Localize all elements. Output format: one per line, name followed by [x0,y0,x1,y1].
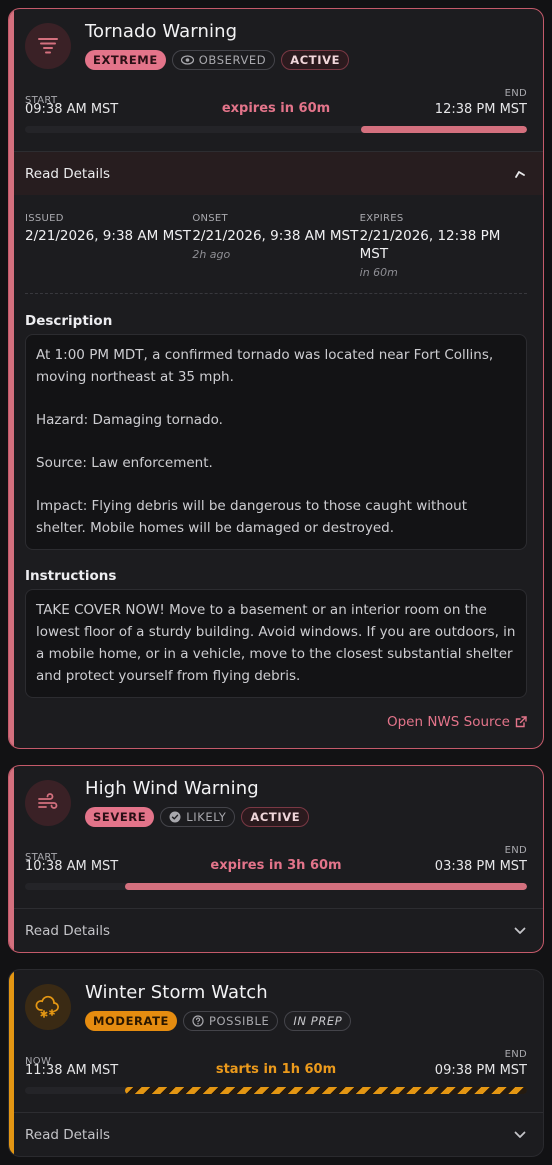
end-label: END [504,845,527,856]
severity-stripe [9,9,14,748]
status-badge: ACTIVE [241,807,310,827]
certainty-badge: LIKELY [160,807,236,827]
wind-icon [25,780,71,826]
alert-timeline: START END 09:38 AM MST expires in 60m 12… [25,88,527,134]
end-label: END [504,88,527,99]
instructions-text: TAKE COVER NOW! Move to a basement or an… [36,602,516,684]
chevron-up-icon[interactable] [513,167,527,181]
read-details-label: Read Details [25,165,111,182]
certainty-label: OBSERVED [198,53,267,67]
alert-card-tornado-warning: Tornado Warning EXTREME OBSERVED ACTIVE … [8,8,544,749]
end-time: 03:38 PM MST [434,859,527,874]
end-label: END [504,1049,527,1060]
read-details-label: Read Details [25,1126,111,1143]
alert-title: High Wind Warning [85,778,259,799]
alert-timeline: NOW END 11:38 AM MST starts in 1h 60m 09… [25,1049,527,1095]
certainty-label: POSSIBLE [208,1014,270,1028]
question-circle-icon [192,1015,204,1027]
description-box: At 1:00 PM MDT, a confirmed tornado was … [25,334,527,550]
chevron-down-icon[interactable] [513,924,527,938]
severity-badge: SEVERE [85,807,155,827]
issued-value: 2/21/2026, 9:38 AM MST [25,228,192,244]
status-badge: ACTIVE [281,50,350,70]
end-time: 12:38 PM MST [434,102,527,117]
alert-timeline: START END 10:38 AM MST expires in 3h 60m… [25,845,527,891]
progress-track [25,883,527,890]
expires-column: EXPIRES 2/21/2026, 12:38 PM MST in 60m [360,213,527,279]
onset-relative: 2h ago [192,248,231,261]
progress-fill [361,126,527,133]
tornado-icon [25,23,71,69]
instructions-heading: Instructions [25,568,117,584]
instructions-box: TAKE COVER NOW! Move to a basement or an… [25,589,527,698]
chevron-down-icon[interactable] [513,1128,527,1142]
progress-track [25,126,527,133]
expires-value: 2/21/2026, 12:38 PM MST [359,228,501,262]
eye-icon [180,55,194,65]
description-heading: Description [25,313,113,329]
severity-badge: EXTREME [85,50,166,70]
severity-badge: MODERATE [85,1011,177,1031]
certainty-badge: OBSERVED [171,50,276,70]
onset-column: ONSET 2/21/2026, 9:38 AM MST 2h ago [192,213,359,279]
nws-source-link[interactable]: Open NWS Source [387,714,527,730]
description-paragraph: Impact: Flying debris will be dangerous … [36,498,467,536]
read-details-toggle[interactable]: Read Details [14,1112,543,1156]
alert-badges: SEVERE LIKELY ACTIVE [85,807,310,827]
source-link-label: Open NWS Source [386,714,510,730]
progress-fill [125,1087,527,1094]
progress-fill [125,883,527,890]
expires-label: EXPIRES [359,213,404,224]
alert-badges: MODERATE POSSIBLE IN PREP [85,1011,352,1031]
alert-badges: EXTREME OBSERVED ACTIVE [85,50,350,70]
onset-value: 2/21/2026, 9:38 AM MST [192,228,359,244]
divider [25,293,527,294]
alert-title: Tornado Warning [85,21,238,42]
description-paragraph: Hazard: Damaging tornado. [36,412,223,428]
issued-label: ISSUED [25,213,64,224]
external-link-icon [515,716,527,728]
progress-track [25,1087,527,1094]
check-circle-icon [169,811,181,823]
read-details-toggle[interactable]: Read Details [14,151,543,195]
certainty-badge: POSSIBLE [182,1011,279,1031]
description-paragraph: Source: Law enforcement. [36,455,213,471]
onset-label: ONSET [192,213,228,224]
certainty-label: LIKELY [186,810,227,824]
alert-card-winter-storm-watch: Winter Storm Watch MODERATE POSSIBLE IN … [8,969,544,1157]
end-time: 09:38 PM MST [434,1063,527,1078]
issued-column: ISSUED 2/21/2026, 9:38 AM MST [25,213,192,279]
read-details-label: Read Details [25,922,111,939]
status-badge: IN PREP [284,1011,352,1031]
expires-relative: in 60m [359,266,398,279]
alert-metadata: ISSUED 2/21/2026, 9:38 AM MST ONSET 2/21… [25,213,527,279]
read-details-toggle[interactable]: Read Details [14,908,543,952]
snow-cloud-icon [25,984,71,1030]
alert-title: Winter Storm Watch [85,982,268,1003]
alert-card-high-wind-warning: High Wind Warning SEVERE LIKELY ACTIVE S… [8,765,544,953]
description-paragraph: At 1:00 PM MDT, a confirmed tornado was … [36,347,494,385]
